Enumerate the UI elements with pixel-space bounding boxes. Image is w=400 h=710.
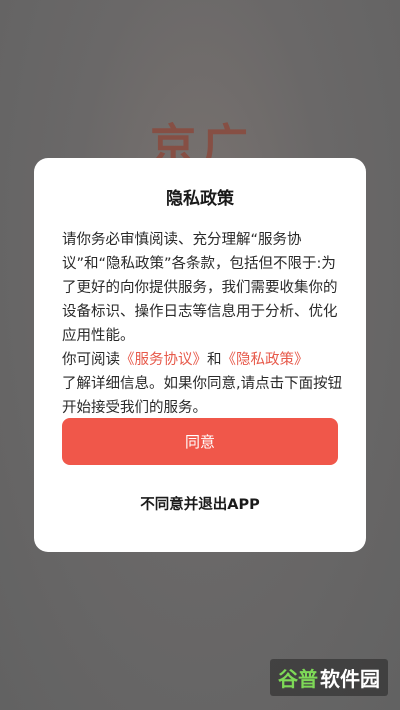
service-agreement-link[interactable]: 《服务协议》 bbox=[120, 352, 207, 368]
privacy-policy-link[interactable]: 《隐私政策》 bbox=[222, 352, 309, 368]
dialog-body: 请你务必审慎阅读、充分理解“服务协议”和“隐私政策”各条款，包括但不限于:为了更… bbox=[62, 228, 344, 420]
privacy-policy-dialog: 隐私政策 请你务必审慎阅读、充分理解“服务协议”和“隐私政策”各条款，包括但不限… bbox=[34, 158, 366, 552]
agree-button-label: 同意 bbox=[184, 433, 215, 451]
read-prefix-text: 你可阅读 bbox=[62, 352, 120, 368]
body-intro-text: 请你务必审慎阅读、充分理解“服务协议”和“隐私政策”各条款，包括但不限于:为了更… bbox=[62, 232, 338, 344]
watermark-logo: 谷普 软件园 bbox=[270, 659, 388, 696]
disagree-exit-button[interactable]: 不同意并退出APP bbox=[34, 493, 366, 514]
agree-button[interactable]: 同意 bbox=[62, 418, 338, 465]
and-text: 和 bbox=[207, 352, 222, 368]
watermark-part2: 软件园 bbox=[320, 667, 380, 691]
read-suffix-text: 了解详细信息。如果你同意,请点击下面按钮开始接受我们的服务。 bbox=[62, 376, 343, 416]
watermark-part1: 谷普 bbox=[278, 667, 318, 691]
dialog-title: 隐私政策 bbox=[166, 189, 234, 209]
